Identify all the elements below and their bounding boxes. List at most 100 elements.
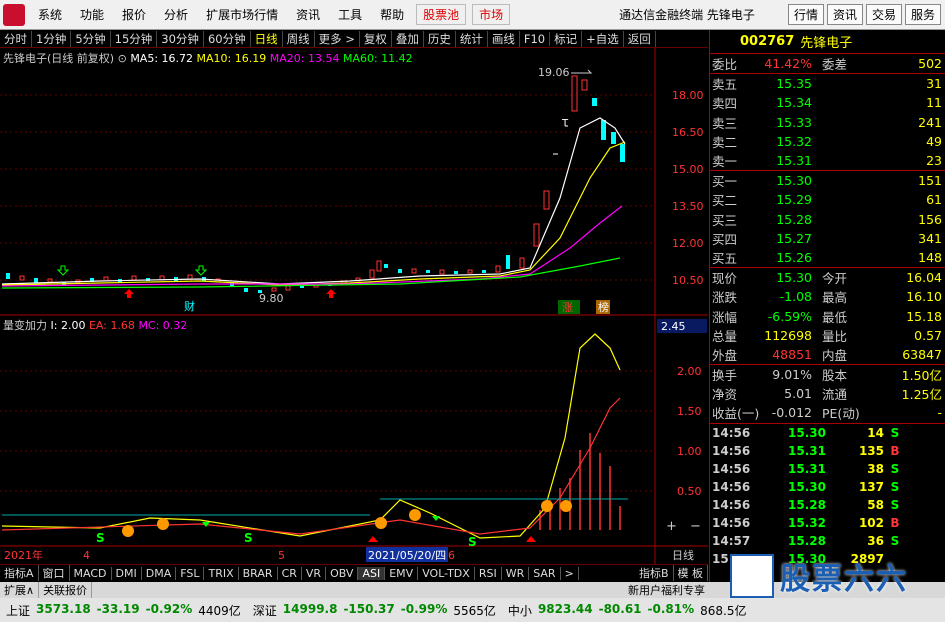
stat-label: 现价 [712,271,738,287]
stock-pool-button[interactable]: 股票池 [416,4,467,25]
indicator-tab[interactable]: DMA [142,566,177,580]
back-button[interactable]: 返回 [624,30,656,47]
menu-help[interactable]: 帮助 [371,6,413,23]
service-mode-button[interactable]: 服务 [904,4,941,25]
f10-button[interactable]: F10 [520,31,551,46]
expand-tab[interactable]: 扩展∧ [0,582,40,598]
stats-button[interactable]: 统计 [456,30,488,47]
indicator-tab[interactable]: WR [502,566,530,580]
bid-label: 买二 [712,193,738,209]
weicha-value: 502 [918,56,942,72]
indicator-tab[interactable]: VOL-TDX [418,566,475,580]
bid-price: 15.27 [776,230,812,246]
period-tab-daily[interactable]: 日线 [251,30,283,47]
period-tab[interactable]: 60分钟 [204,30,251,47]
menu-news[interactable]: 资讯 [287,6,329,23]
ask-row[interactable]: 卖四 15.34 11 [710,93,945,112]
bid-row[interactable]: 买二 15.29 61 [710,190,945,209]
period-more[interactable]: 更多 > [315,30,360,47]
adjust-button[interactable]: 复权 [360,30,392,47]
weibi-label: 委比 [712,57,738,73]
ask-row[interactable]: 卖二 15.32 49 [710,132,945,151]
watermark-text: 股票六六 [780,562,908,597]
indicator-tab-asi[interactable]: ASI [358,566,386,580]
ask-row[interactable]: 卖三 15.33 241 [710,113,945,132]
ma5-label: MA5: 16.72 [130,52,194,65]
indicator-tab[interactable]: CR [278,566,302,580]
more-tabs-icon[interactable]: > [561,566,579,580]
period-tab[interactable]: 30分钟 [157,30,204,47]
indicator-tab[interactable]: 指标B [635,565,674,581]
trade-mode-button[interactable]: 交易 [865,4,902,25]
tick-price: 15.28 [788,533,826,548]
stat-label: 最低 [822,309,848,325]
bid-row[interactable]: 买一 15.30 151 [710,171,945,190]
menu-analysis[interactable]: 分析 [155,6,197,23]
market-button[interactable]: 市场 [472,4,511,25]
stat-label: 外盘 [712,347,738,363]
stat-value: 0.57 [914,327,942,343]
promo-text[interactable]: 新用户福利专享 [624,582,709,598]
bid-row[interactable]: 买三 15.28 156 [710,210,945,229]
template-tab[interactable]: 模 板 [674,565,708,581]
ask-row[interactable]: 卖一 15.31 23 [710,151,945,170]
history-button[interactable]: 历史 [424,30,456,47]
ask-price: 15.31 [776,153,812,169]
indicator-tab[interactable]: OBV [326,566,359,580]
bid-row[interactable]: 买四 15.27 341 [710,229,945,248]
period-tab[interactable]: 周线 [283,30,315,47]
period-tab[interactable]: 分时 [0,30,32,47]
ask-row[interactable]: 卖五 15.35 31 [710,74,945,93]
stat-label: PE(动) [822,406,860,422]
zoom-controls[interactable]: + − [666,519,701,534]
draw-button[interactable]: 画线 [488,30,520,47]
indicator-tab[interactable]: BRAR [239,566,278,580]
menu-quote[interactable]: 报价 [113,6,155,23]
indicator-tab[interactable]: 窗口 [39,565,70,581]
bid-volume: 61 [926,192,942,208]
tick-row: 14:56 15.30 137 S [710,478,945,496]
stat-row: 现价 15.30 今开 16.04 [710,268,945,287]
indicator-tab[interactable]: EMV [385,566,419,580]
related-quote-tab[interactable]: 关联报价 [39,582,93,598]
stat-label: 今开 [822,271,848,287]
watermark: 股票六六 [730,550,945,602]
bid-row[interactable]: 买五 15.26 148 [710,248,945,267]
overlay-button[interactable]: 叠加 [392,30,424,47]
news-mode-button[interactable]: 资讯 [826,4,863,25]
indicator-tab[interactable]: SAR [529,566,561,580]
indicator-tab[interactable]: TRIX [204,566,239,580]
mark-button[interactable]: 标记 [550,30,583,47]
index-shanghai[interactable]: 上证 3573.18 -33.19 -0.92% 4409亿 [0,602,247,619]
dropdown-icon[interactable]: ⊙ [118,52,127,65]
price-tick: 16.50 [672,126,704,139]
menu-system[interactable]: 系统 [29,6,71,23]
menu-tools[interactable]: 工具 [329,6,371,23]
indicator-tab[interactable]: MACD [70,566,112,580]
indicator-ea: EA: 1.68 [88,319,135,332]
index-shenzhen[interactable]: 深证 14999.8 -150.37 -0.99% 5565亿 [247,602,502,619]
indicator-tab[interactable]: RSI [475,566,502,580]
stat-label: 流通 [822,387,848,403]
chart-area[interactable]: 18.00 16.50 15.00 13.50 12.00 10.50 2.45… [0,48,708,564]
add-watchlist-button[interactable]: +自选 [582,30,624,47]
quote-stats-2: 换手 9.01% 股本 1.50亿 净资 5.01 流通 1.25亿 收益(一) -0.012 PE… [710,365,945,423]
stat-value: 1.50亿 [901,368,942,384]
bid-label: 买一 [712,174,738,190]
weibi-row: 委比 41.42% 委差 502 [710,54,945,73]
indicator-tab[interactable]: FSL [176,566,205,580]
period-tab[interactable]: 5分钟 [71,30,111,47]
indicator-tab[interactable]: 指标A [0,565,39,581]
indicator-tab[interactable]: DMI [112,566,142,580]
menu-function[interactable]: 功能 [71,6,113,23]
period-tab[interactable]: 15分钟 [111,30,158,47]
menu-extended-market[interactable]: 扩展市场行情 [197,6,287,23]
axis-month: 4 [83,549,90,562]
tick-row: 14:56 15.31 135 B [710,442,945,460]
index-sme[interactable]: 中小 9823.44 -80.61 -0.81% 868.5亿 [502,602,753,619]
period-tab[interactable]: 1分钟 [32,30,72,47]
indicator-i: I: 2.00 [50,319,86,332]
quote-mode-button[interactable]: 行情 [787,4,824,25]
indicator-tick: 1.50 [677,405,702,418]
indicator-tab[interactable]: VR [302,566,327,580]
